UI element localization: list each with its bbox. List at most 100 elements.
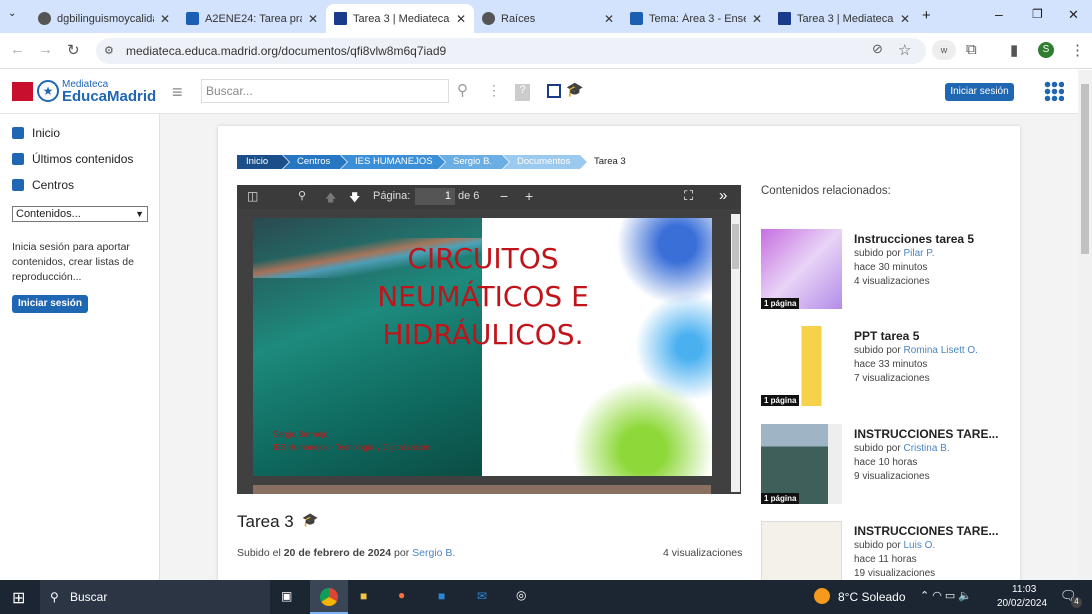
prev-page-icon[interactable]: 🡅 [325,189,336,208]
chrome-taskbar-icon[interactable] [310,580,348,614]
related-author-link[interactable]: Luis O. [903,540,935,551]
breadcrumb-ies[interactable]: IES HUMANEJOS [341,155,445,169]
cap-icon[interactable]: 🎓 [566,81,583,98]
close-icon[interactable]: ✕ [752,12,762,26]
menu-icon[interactable]: ⋮ [1070,41,1085,59]
breadcrumb-author[interactable]: Sergio B. [439,155,509,169]
related-item[interactable]: 1 página Instrucciones tarea 5 subido po… [761,229,1021,311]
pdf-slide: CIRCUITOS NEUMÁTICOS E HIDRÁULICOS. Serg… [253,218,712,476]
fullscreen-icon[interactable]: ⛶ [684,188,693,204]
related-title[interactable]: INSTRUCCIONES TARE... [854,427,998,441]
tab-6[interactable]: Tarea 3 | Mediateca de✕ [770,4,918,33]
related-item[interactable]: 1 página INSTRUCCIONES TARE... subido po… [761,424,1021,506]
sidepanel-icon[interactable]: ▮ [1010,41,1018,59]
tray-icons[interactable]: ⌃ ◠ ▭ 🔈 [920,589,972,602]
tab-1[interactable]: dgbilinguismoycalidad ✕ [30,4,178,33]
clock-time[interactable]: 11:03 [1012,584,1036,595]
camera-blocked-icon[interactable]: ⊘ [872,41,883,57]
tab-2[interactable]: A2ENE24: Tarea práctica✕ [178,4,326,33]
weather-text[interactable]: 8°C Soleado [838,590,906,604]
extension-icon[interactable]: w [932,40,956,60]
forward-icon[interactable]: → [38,41,53,58]
search-icon[interactable]: ⚲ [298,189,306,202]
tab-4[interactable]: Raíces ✕ [474,4,622,33]
profile-avatar[interactable]: S [1038,42,1054,58]
mail-icon[interactable]: ✉ [477,589,487,603]
help-icon[interactable]: ? [515,84,530,101]
tab-search-icon[interactable]: ⌄ [8,8,16,19]
zoom-in-icon[interactable]: + [525,188,533,204]
sidebar-toggle-icon[interactable]: ◫ [247,189,258,203]
restore-icon[interactable]: ❐ [1032,7,1043,21]
page-number-input[interactable]: 1 [415,188,455,205]
zoom-out-icon[interactable]: − [500,188,508,204]
minimize-icon[interactable]: – [995,6,1003,22]
related-author-link[interactable]: Cristina B. [903,443,949,454]
viewer-scrollbar[interactable] [731,214,740,492]
star-icon[interactable]: ☆ [898,41,911,59]
related-thumbnail[interactable]: 1 página [761,229,842,309]
back-icon[interactable]: ← [10,41,25,58]
hamburger-icon[interactable]: ≡ [172,82,183,103]
related-item[interactable]: INSTRUCCIONES TARE... subido por Luis O.… [761,521,1021,580]
firefox-icon[interactable]: ● [398,588,405,602]
author-link[interactable]: Sergio B. [412,547,455,559]
close-icon[interactable]: ✕ [160,12,170,26]
next-slide-preview [253,485,711,494]
sidebar-item-inicio[interactable]: Inicio [0,120,159,146]
new-tab-icon[interactable]: + [922,7,931,24]
next-page-icon[interactable]: 🡇 [349,189,360,208]
taskbar-search[interactable]: ⚲ Buscar [40,580,270,614]
file-explorer-icon[interactable]: ■ [360,589,367,603]
close-window-icon[interactable]: ✕ [1068,7,1079,23]
sidebar: Inicio Últimos contenidos Centros Conten… [0,114,160,580]
reload-icon[interactable]: ↻ [67,41,80,59]
address-bar: ← → ↻ mediateca.educa.madrid.org/documen… [0,33,1092,69]
sidebar-login-button[interactable]: Iniciar sesión [12,295,88,313]
url-input[interactable]: mediateca.educa.madrid.org/documentos/qf… [96,38,926,64]
close-icon[interactable]: ✕ [456,12,466,26]
app-circle-icon[interactable]: ◎ [516,588,526,602]
scrollbar-thumb[interactable] [732,224,739,269]
sidebar-item-centros[interactable]: Centros [0,172,159,198]
related-title[interactable]: PPT tarea 5 [854,329,919,343]
more-icon[interactable]: ⋮ [487,82,501,99]
app-icon[interactable]: ■ [438,589,445,603]
related-item[interactable]: 1 página PPT tarea 5 subido por Romina L… [761,326,1021,408]
view-count: 4 visualizaciones [663,547,743,559]
weather-sun-icon[interactable] [814,588,830,604]
breadcrumb-centros[interactable]: Centros [283,155,347,169]
search-input[interactable]: Buscar... [201,79,449,103]
square-icon[interactable] [547,84,561,98]
sidebar-item-ultimos[interactable]: Últimos contenidos [0,146,159,172]
related-thumbnail[interactable] [761,521,842,580]
extensions-puzzle-icon[interactable]: ⧉ [966,41,977,58]
scrollbar-thumb[interactable] [1081,84,1089,254]
login-button[interactable]: Iniciar sesión [945,83,1014,101]
related-title[interactable]: INSTRUCCIONES TARE... [854,524,998,538]
logo-text[interactable]: EducaMadrid [62,88,156,105]
tab-5[interactable]: Tema: Área 3 - Enseñanza✕ [622,4,770,33]
search-icon[interactable]: ⚲ [457,81,468,99]
related-author-link[interactable]: Pilar P. [903,248,934,259]
related-thumbnail[interactable]: 1 página [761,326,842,406]
related-title[interactable]: Instrucciones tarea 5 [854,232,974,246]
apps-grid-icon[interactable] [1044,81,1064,101]
related-thumbnail[interactable]: 1 página [761,424,842,504]
breadcrumb-inicio[interactable]: Inicio [237,155,289,169]
breadcrumb-documentos[interactable]: Documentos [503,155,587,169]
related-author-link[interactable]: Romina Lisett O. [903,345,977,356]
task-view-icon[interactable]: ▣ [281,589,292,603]
tab-3-active[interactable]: Tarea 3 | Mediateca de✕ [326,4,474,33]
site-info-icon[interactable]: ⚙ [104,44,114,57]
close-icon[interactable]: ✕ [900,12,910,26]
close-icon[interactable]: ✕ [604,12,614,26]
close-icon[interactable]: ✕ [308,12,318,26]
content-select[interactable]: Contenidos... ▼ [12,206,148,222]
page-scrollbar[interactable] [1078,70,1092,580]
clock-date[interactable]: 20/02/2024 [997,598,1047,609]
breadcrumb-current: Tarea 3 [594,156,626,167]
slide-subtitle: IES Humanejos · Tecnología y Digitalizac… [273,443,430,452]
windows-start-icon[interactable]: ⊞ [12,588,25,608]
tools-icon[interactable]: » [719,187,727,204]
